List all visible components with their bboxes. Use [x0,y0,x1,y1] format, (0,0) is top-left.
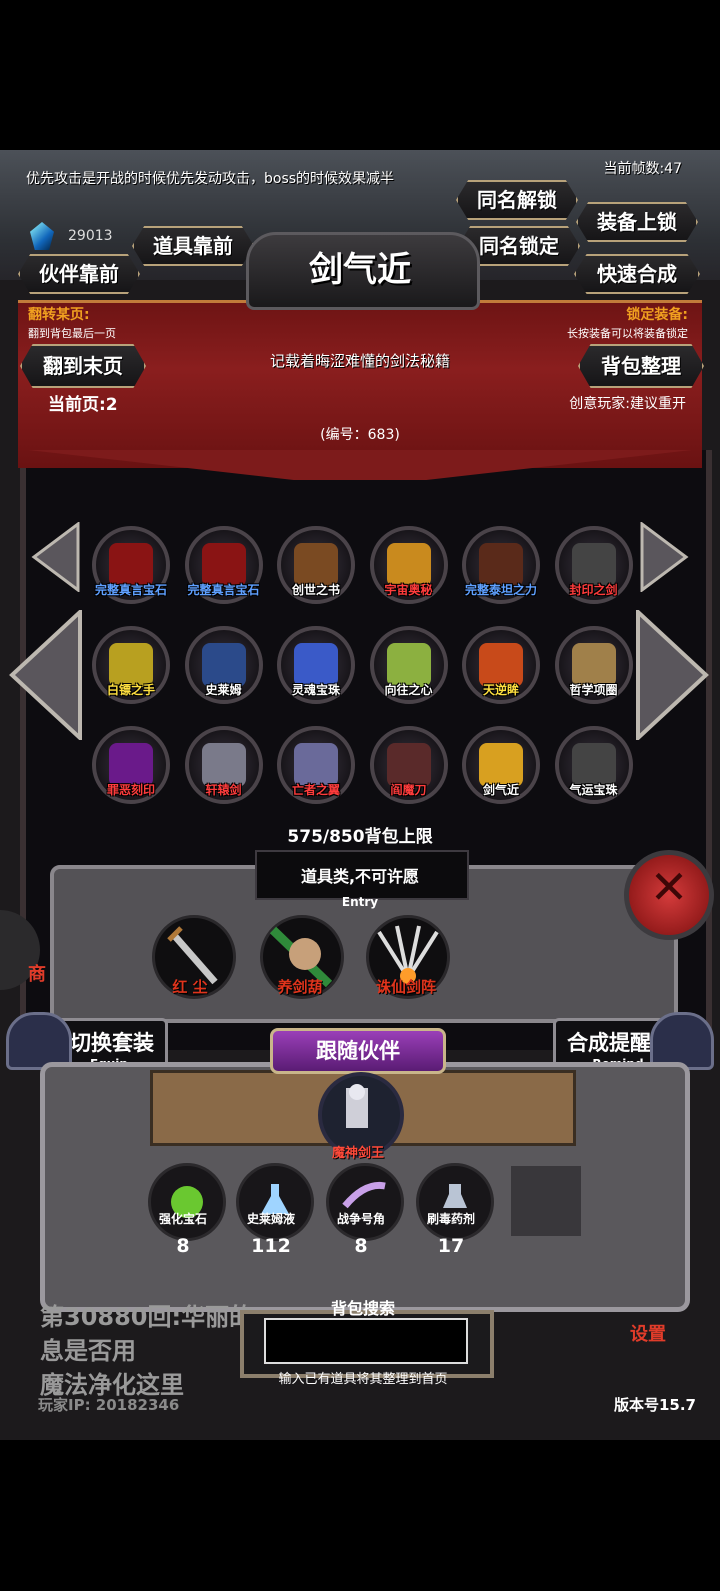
creative-note: 创意玩家:建议重开 [569,396,686,412]
inventory-slot-empty[interactable] [508,1163,584,1239]
skill-label: 红 尘 [172,978,208,996]
lock-equip-sub: 长按装备可以将装备锁定 [567,327,688,340]
item-number: (编号：683) [320,427,400,443]
equip-lock-button[interactable]: 装备上锁 [576,202,698,242]
skill-label: 养剑葫 [277,978,323,996]
inventory-count: 112 [251,1235,291,1257]
prev-small-arrow-icon[interactable] [30,522,80,592]
partner-first-button[interactable]: 伙伴靠前 [18,254,140,294]
shop-label: 商 [28,964,46,985]
item-label: 史莱姆 [205,683,242,697]
inventory-slot[interactable] [236,1163,314,1241]
bag-limit: 575/850背包上限 [287,827,433,847]
prev-page-arrow-icon[interactable] [8,610,82,740]
fps-counter: 当前帧数:47 [603,161,682,177]
item-label: 阎魔刀 [390,783,427,797]
current-page: 当前页:2 [48,395,118,415]
inventory-slot[interactable] [416,1163,494,1241]
item-label: 轩辕剑 [205,783,242,797]
follow-partner-button[interactable]: 跟随伙伴 [270,1028,446,1074]
flip-page-label: 翻转某页: [28,307,90,323]
search-hint: 输入已有道具将其整理到首页 [278,1372,448,1387]
inventory-count: 8 [354,1235,368,1257]
inventory-count: 8 [176,1235,190,1257]
item-label: 向往之心 [384,683,433,697]
item-label: 气运宝珠 [569,783,618,797]
last-page-button[interactable]: 翻到末页 [20,344,146,388]
item-label: 完整真言宝石 [94,583,167,597]
item-label: 创世之书 [291,583,340,597]
flip-page-sub: 翻到背包最后一页 [28,327,116,340]
player-ip: 玩家IP: 20182346 [38,1396,180,1414]
item-label: 灵魂宝珠 [291,683,340,697]
inventory-count: 17 [437,1235,465,1257]
close-icon[interactable]: ✕ [624,860,714,914]
inventory-label: 强化宝石 [158,1212,207,1226]
bag-sort-button[interactable]: 背包整理 [578,344,704,388]
skill-label: 诛仙剑阵 [375,978,436,996]
inventory-slot[interactable] [148,1163,226,1241]
search-title: 背包搜索 [330,1299,395,1318]
item-label: 封印之剑 [569,583,618,597]
name-unlock-button[interactable]: 同名解锁 [456,180,578,220]
entry-subtitle: Entry [341,895,379,909]
tip-text: 优先攻击是开战的时候优先发动攻击，boss的时候效果减半 [26,171,395,187]
item-label: 剑气近 [482,783,519,797]
item-label: 完整真言宝石 [187,583,260,597]
item-label: 罪恶刻印 [106,783,155,797]
bag-search-input[interactable] [264,1318,468,1364]
next-page-arrow-icon[interactable] [636,610,710,740]
item-label: 哲学项圈 [569,683,618,697]
inventory-label: 史莱姆液 [246,1212,295,1226]
game-screen: 优先攻击是开战的时候优先发动攻击，boss的时候效果减半 当前帧数:47 290… [0,150,720,1440]
inventory-slot[interactable] [326,1163,404,1241]
currency-count: 29013 [68,228,113,244]
quick-merge-button[interactable]: 快速合成 [574,254,700,294]
next-small-arrow-icon[interactable] [640,522,690,592]
item-label: 完整泰坦之力 [464,583,537,597]
inventory-label: 战争号角 [336,1212,385,1226]
item-first-button[interactable]: 道具靠前 [132,226,254,266]
lock-equip-label: 锁定装备: [626,307,688,323]
settings-button[interactable]: 设置 [630,1320,666,1346]
partner-name: 魔神剑王 [331,1146,384,1161]
version: 版本号15.7 [613,1396,696,1414]
item-label: 宇宙奥秘 [384,583,433,597]
item-description: 记载着晦涩难懂的剑法秘籍 [269,352,450,370]
item-title: 剑气近 [309,250,411,290]
item-label: 白镖之手 [106,683,155,697]
item-label: 天逆眸 [482,683,519,697]
item-label: 亡者之翼 [291,783,340,797]
entry-title: 道具类,不可许愿 [300,867,420,886]
inventory-label: 刷毒药剂 [426,1212,475,1226]
